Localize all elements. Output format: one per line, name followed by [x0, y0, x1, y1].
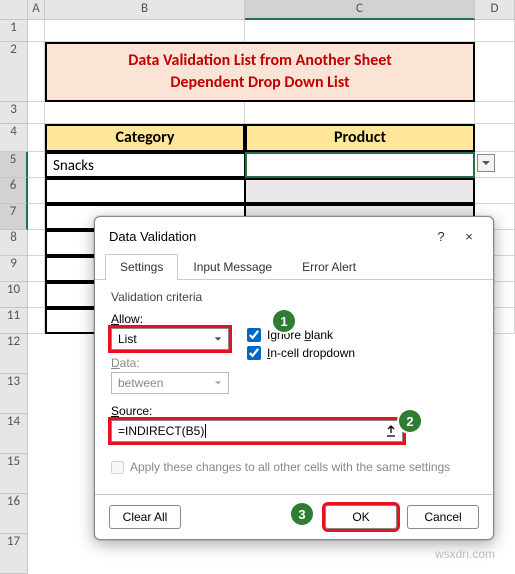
dialog-buttons: Clear All OK Cancel 3 — [95, 494, 493, 539]
row-header-2[interactable]: 2 — [0, 42, 28, 102]
cell-c3[interactable] — [245, 102, 475, 124]
chevron-down-icon — [210, 375, 226, 391]
cell-a4[interactable] — [28, 124, 45, 152]
cell-a11[interactable] — [28, 308, 45, 334]
row-header-16[interactable]: 16 — [0, 494, 28, 534]
cell-c6[interactable] — [245, 178, 475, 204]
cell-b5[interactable]: Snacks — [45, 152, 245, 178]
col-header-a[interactable]: A — [28, 0, 45, 20]
row-header-12[interactable]: 12 — [0, 334, 28, 374]
row-header-6[interactable]: 6 — [0, 178, 28, 204]
cell-c1[interactable] — [245, 20, 475, 42]
tab-settings[interactable]: Settings — [105, 254, 178, 280]
cell-a7[interactable] — [28, 204, 45, 230]
apply-changes-input — [111, 461, 124, 474]
cell-d1[interactable] — [475, 20, 515, 42]
title-line2: Dependent Drop Down List — [55, 72, 465, 94]
cell-a5[interactable] — [28, 152, 45, 178]
incell-dropdown-label: In-cell dropdown — [267, 346, 355, 360]
source-input[interactable]: =INDIRECT(B5) — [111, 420, 403, 442]
tab-input-message[interactable]: Input Message — [178, 254, 287, 280]
header-category[interactable]: Category — [45, 124, 245, 152]
help-button[interactable]: ? — [427, 225, 455, 247]
header-product[interactable]: Product — [245, 124, 475, 152]
cell-b6[interactable] — [45, 178, 245, 204]
cell-a6[interactable] — [28, 178, 45, 204]
badge-2: 2 — [399, 410, 421, 432]
cell-b1[interactable] — [45, 20, 245, 42]
source-value: =INDIRECT(B5) — [118, 424, 204, 438]
row-headers: 1 2 3 4 5 6 7 8 9 10 11 12 13 14 15 16 1… — [0, 20, 28, 574]
row-header-7[interactable]: 7 — [0, 204, 28, 230]
apply-changes-label: Apply these changes to all other cells w… — [130, 460, 450, 474]
col-header-b[interactable]: B — [45, 0, 245, 20]
cell-a8[interactable] — [28, 230, 45, 256]
source-label: Source: — [111, 404, 477, 418]
select-all-corner[interactable] — [0, 0, 28, 20]
row-header-10[interactable]: 10 — [0, 282, 28, 308]
dialog-title-text: Data Validation — [109, 229, 427, 244]
settings-panel: Validation criteria AAllow:llow: List Da… — [95, 280, 493, 494]
watermark: wsxdn.com — [435, 547, 495, 561]
allow-label: AAllow:llow: — [111, 312, 229, 326]
validation-criteria-label: Validation criteria — [111, 290, 477, 304]
row-header-15[interactable]: 15 — [0, 454, 28, 494]
dialog-tabs: Settings Input Message Error Alert — [95, 253, 493, 280]
tab-error-alert[interactable]: Error Alert — [287, 254, 371, 280]
dropdown-arrow-icon[interactable] — [477, 154, 495, 172]
cell-d4[interactable] — [475, 124, 515, 152]
cell-d2[interactable] — [475, 42, 515, 102]
row-header-5[interactable]: 5 — [0, 152, 28, 178]
column-headers: A B C D — [0, 0, 515, 20]
clear-all-button[interactable]: Clear All — [109, 505, 181, 529]
badge-3: 3 — [291, 503, 313, 525]
row-header-3[interactable]: 3 — [0, 102, 28, 124]
cancel-button[interactable]: Cancel — [407, 505, 479, 529]
ok-button[interactable]: OK — [325, 505, 397, 529]
allow-select[interactable]: List — [111, 328, 229, 350]
cell-a10[interactable] — [28, 282, 45, 308]
chevron-down-icon — [210, 331, 226, 347]
incell-dropdown-input[interactable] — [247, 346, 261, 360]
incell-dropdown-checkbox[interactable]: In-cell dropdown — [247, 346, 355, 360]
col-header-c[interactable]: C — [245, 0, 475, 20]
cell-a2[interactable] — [28, 42, 45, 102]
row-header-4[interactable]: 4 — [0, 124, 28, 152]
row-header-14[interactable]: 14 — [0, 414, 28, 454]
cell-b3[interactable] — [45, 102, 245, 124]
allow-value: List — [118, 332, 137, 346]
cell-a1[interactable] — [28, 20, 45, 42]
data-label: Data: — [111, 356, 229, 370]
title-line1: Data Validation List from Another Sheet — [55, 50, 465, 72]
range-picker-icon[interactable] — [382, 423, 400, 439]
text-cursor — [205, 424, 206, 438]
row-header-1[interactable]: 1 — [0, 20, 28, 42]
row-header-17[interactable]: 17 — [0, 534, 28, 574]
cell-a9[interactable] — [28, 256, 45, 282]
title-cell[interactable]: Data Validation List from Another Sheet … — [45, 42, 475, 102]
cell-d3[interactable] — [475, 102, 515, 124]
row-header-13[interactable]: 13 — [0, 374, 28, 414]
data-select: between — [111, 372, 229, 394]
row-header-11[interactable]: 11 — [0, 308, 28, 334]
ignore-blank-input[interactable] — [247, 328, 261, 342]
row-header-9[interactable]: 9 — [0, 256, 28, 282]
close-button[interactable]: × — [455, 225, 483, 247]
row-header-8[interactable]: 8 — [0, 230, 28, 256]
col-header-d[interactable]: D — [475, 0, 515, 20]
badge-1: 1 — [273, 310, 295, 332]
cell-d6[interactable] — [475, 178, 515, 204]
data-value: between — [118, 376, 163, 390]
cell-a3[interactable] — [28, 102, 45, 124]
dialog-titlebar[interactable]: Data Validation ? × — [95, 217, 493, 253]
cell-c5[interactable] — [245, 152, 475, 178]
ignore-blank-checkbox[interactable]: Ignore blank — [247, 328, 355, 342]
data-validation-dialog: Data Validation ? × Settings Input Messa… — [94, 216, 494, 540]
apply-changes-checkbox: Apply these changes to all other cells w… — [111, 460, 477, 474]
